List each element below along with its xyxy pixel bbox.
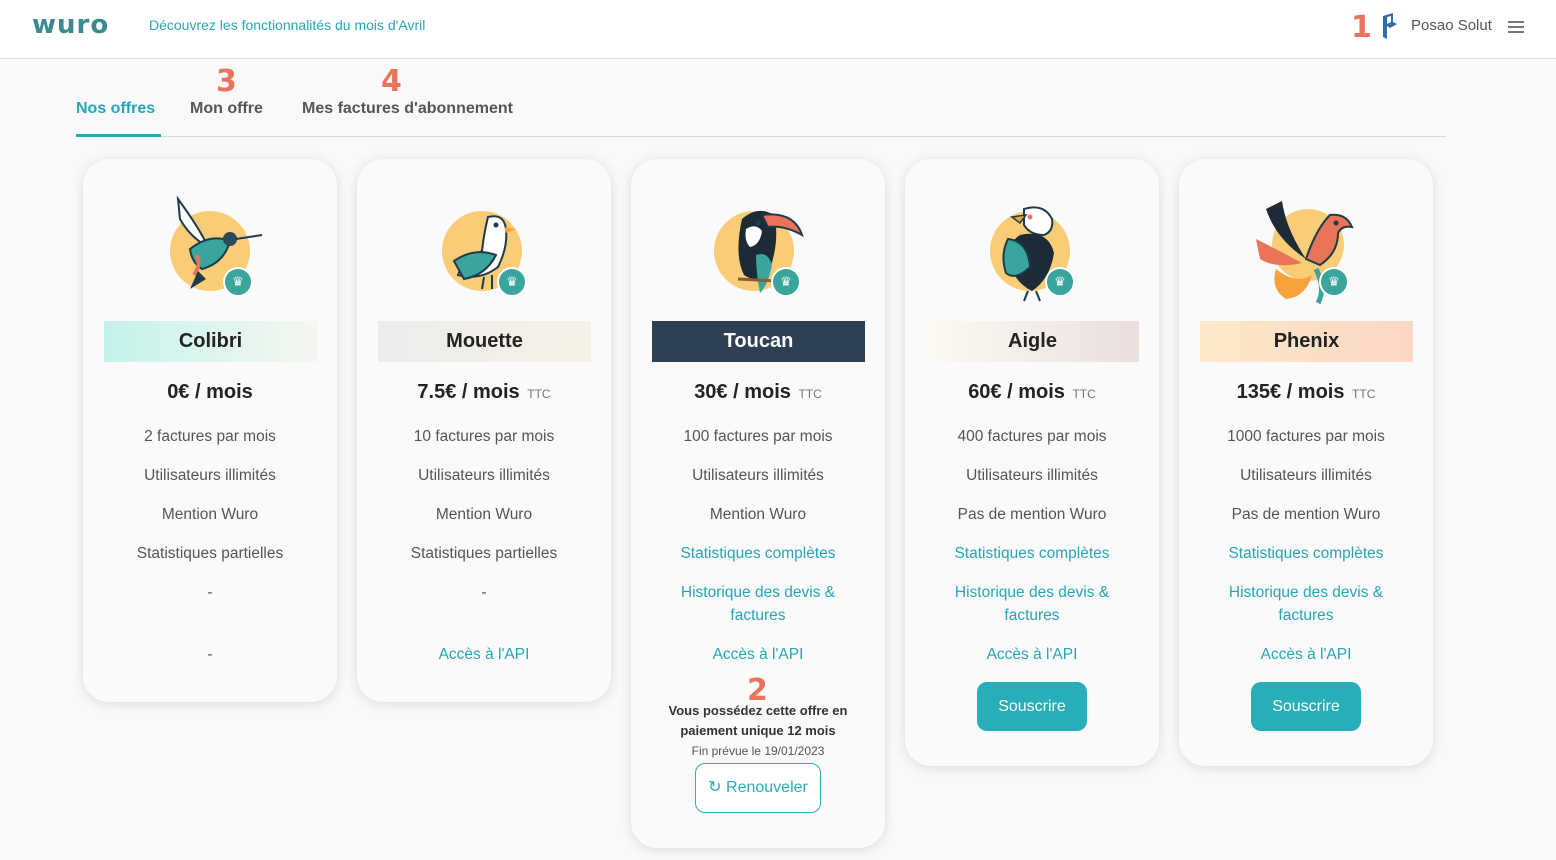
feature-mention: Pas de mention Wuro [957, 506, 1107, 523]
plan-card-mouette: ♛ Mouette 7.5€ / mois TTC 10 factures pa… [357, 159, 611, 702]
feature-mention: Mention Wuro [435, 506, 533, 523]
price-value: 135€ / mois [1236, 381, 1345, 403]
feature-invoices: 400 factures par mois [957, 428, 1107, 445]
feature-mention: Mention Wuro [161, 506, 259, 523]
annotation-marker-2: 2 [747, 673, 768, 708]
price-ttc: TTC [1352, 387, 1376, 401]
feature-history: Historique des devis & factures [680, 584, 836, 624]
feature-users: Utilisateurs illimités [144, 467, 276, 484]
plan-name: Aigle [926, 321, 1139, 362]
crown-icon: ♛ [1319, 267, 1349, 297]
price-ttc: TTC [527, 387, 551, 401]
feature-api: - [207, 646, 213, 663]
monthly-features-link[interactable]: Découvrez les fonctionnalités du mois d'… [149, 17, 425, 33]
toucan-illustration [714, 210, 804, 293]
company-name[interactable]: Posao Solut [1411, 17, 1492, 34]
tab-mon-offre[interactable]: Mon offre [190, 100, 263, 118]
plan-price: 7.5€ / mois TTC [357, 381, 611, 404]
annotation-marker-1: 1 [1351, 10, 1372, 45]
crown-icon: ♛ [771, 267, 801, 297]
feature-invoices: 1000 factures par mois [1227, 428, 1385, 445]
feature-history: - [481, 584, 487, 601]
plan-name: Mouette [378, 321, 591, 362]
plan-card-aigle: ♛ Aigle 60€ / mois TTC 400 factures par … [905, 159, 1159, 766]
subscribe-button[interactable]: Souscrire [977, 682, 1087, 731]
feature-mention: Mention Wuro [709, 506, 807, 523]
price-value: 30€ / mois [694, 381, 791, 403]
plan-name: Phenix [1200, 321, 1413, 362]
feature-invoices: 100 factures par mois [683, 428, 833, 445]
feature-statistics: Statistiques complètes [1228, 545, 1384, 562]
feature-mention: Pas de mention Wuro [1231, 506, 1381, 523]
plan-price: 30€ / mois TTC [631, 381, 885, 404]
feature-users: Utilisateurs illimités [418, 467, 550, 484]
feature-statistics: Statistiques complètes [680, 545, 836, 562]
annotation-marker-4: 4 [381, 64, 402, 99]
phoenix-illustration [1256, 201, 1354, 305]
subscription-end-date: Fin prévue le 19/01/2023 [691, 744, 825, 758]
feature-statistics: Statistiques complètes [954, 545, 1110, 562]
plan-card-phenix: ♛ Phenix 135€ / mois TTC 1000 factures p… [1179, 159, 1433, 766]
feature-users: Utilisateurs illimités [966, 467, 1098, 484]
tab-nos-offres[interactable]: Nos offres [76, 100, 155, 118]
feature-history: Historique des devis & factures [1228, 584, 1384, 624]
price-value: 7.5€ / mois [417, 381, 520, 403]
crown-icon: ♛ [497, 267, 527, 297]
plan-price: 135€ / mois TTC [1179, 381, 1433, 404]
feature-api: Accès à l'API [712, 646, 804, 663]
subscribe-button[interactable]: Souscrire [1251, 682, 1361, 731]
eagle-illustration [990, 206, 1070, 302]
crown-icon: ♛ [1045, 267, 1075, 297]
feature-users: Utilisateurs illimités [1240, 467, 1372, 484]
seagull-illustration [442, 211, 522, 291]
hamburger-menu-icon[interactable] [1508, 21, 1524, 33]
feature-history: Historique des devis & factures [954, 584, 1110, 624]
plan-card-colibri: ♛ Colibri 0€ / mois 2 factures par mois … [83, 159, 337, 702]
crown-icon: ♛ [223, 267, 253, 297]
feature-statistics: Statistiques partielles [410, 545, 558, 562]
renew-button-label: Renouveler [726, 779, 808, 796]
feature-users: Utilisateurs illimités [692, 467, 824, 484]
feature-invoices: 10 factures par mois [413, 428, 555, 445]
plan-name: Colibri [104, 321, 317, 362]
refresh-icon: ↻ [708, 779, 722, 796]
plan-name: Toucan [652, 321, 865, 362]
renew-button[interactable]: ↻ Renouveler [695, 763, 821, 813]
price-ttc: TTC [798, 387, 822, 401]
feature-api: Accès à l'API [1260, 646, 1352, 663]
price-ttc: TTC [1072, 387, 1096, 401]
tab-mes-factures[interactable]: Mes factures d'abonnement [302, 100, 513, 118]
active-tab-indicator [76, 134, 161, 137]
offer-tabs: Nos offres Mon offre Mes factures d'abon… [76, 96, 1446, 137]
feature-api: Accès à l'API [986, 646, 1078, 663]
company-logo-icon [1383, 13, 1397, 39]
plan-price: 60€ / mois TTC [905, 381, 1159, 404]
wuro-logo[interactable]: wuro [32, 10, 109, 40]
price-value: 0€ / mois [167, 381, 253, 403]
hummingbird-illustration [170, 195, 263, 291]
feature-history: - [207, 584, 213, 601]
feature-statistics: Statistiques partielles [136, 545, 284, 562]
top-bar: wuro Découvrez les fonctionnalités du mo… [0, 0, 1556, 59]
price-value: 60€ / mois [968, 381, 1065, 403]
plan-price: 0€ / mois [83, 381, 337, 404]
feature-api: Accès à l'API [438, 646, 530, 663]
plan-card-toucan: ♛ Toucan 30€ / mois TTC 100 factures par… [631, 159, 885, 848]
feature-invoices: 2 factures par mois [144, 428, 276, 445]
annotation-marker-3: 3 [216, 64, 237, 99]
